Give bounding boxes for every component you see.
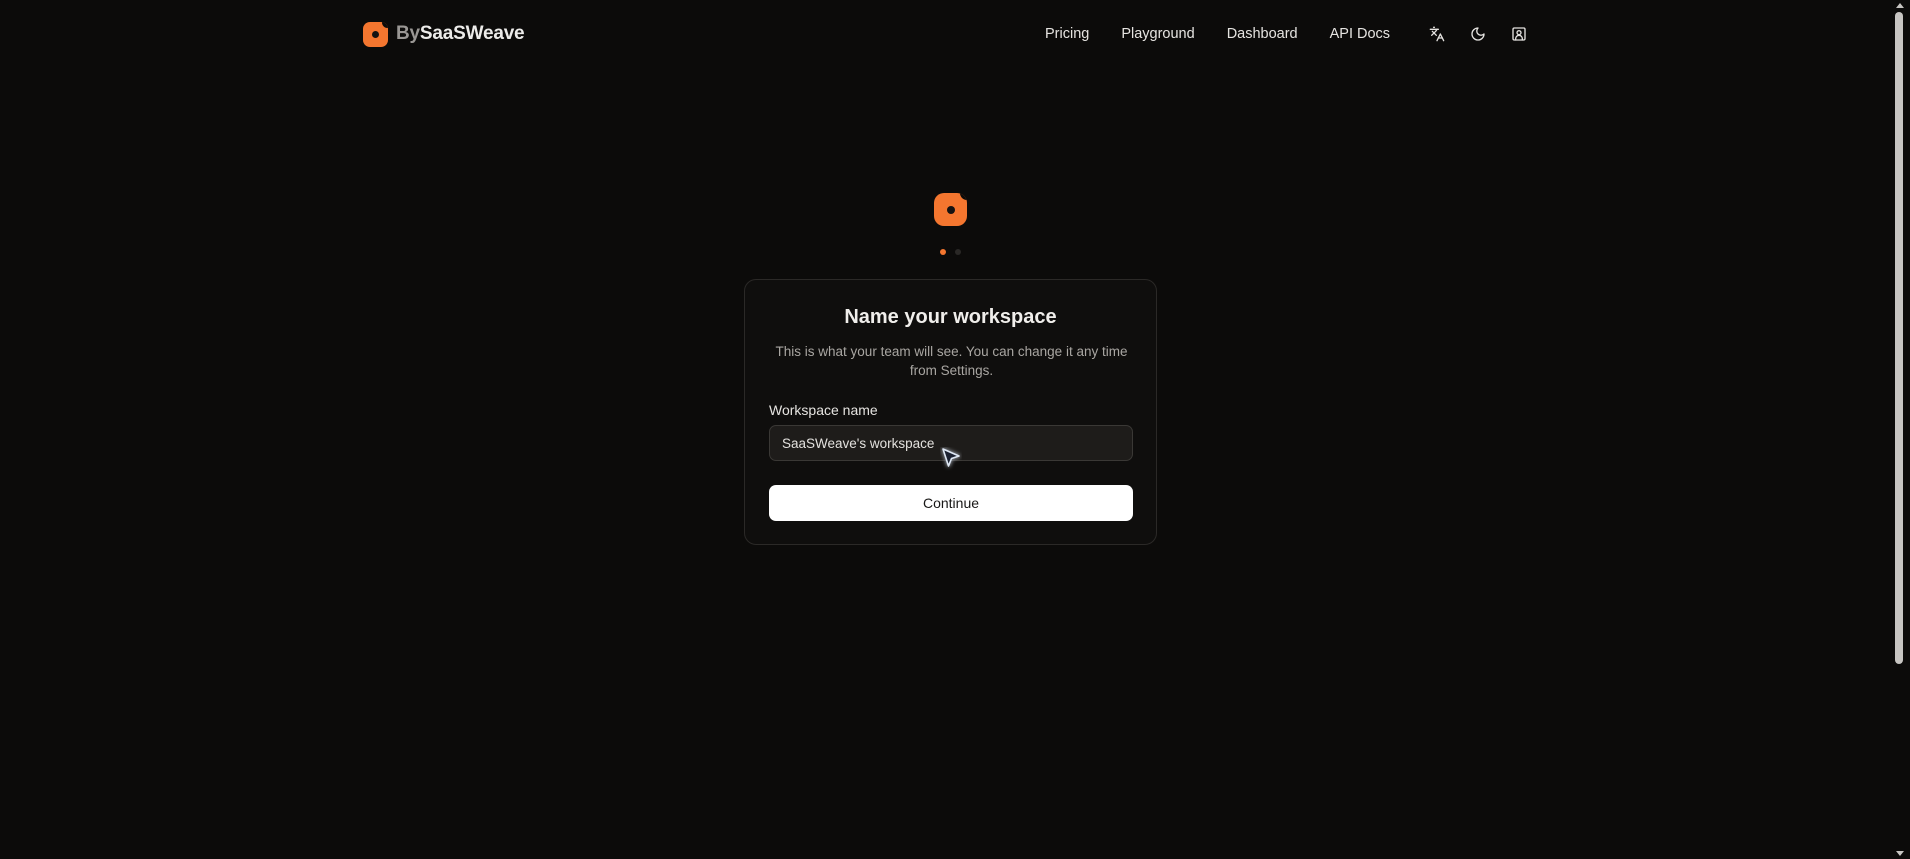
moon-icon[interactable]	[1465, 21, 1491, 47]
brand-logo-icon	[363, 21, 388, 47]
step-dot-active	[940, 249, 946, 255]
user-square-icon[interactable]	[1506, 21, 1532, 47]
nav-link-api-docs[interactable]: API Docs	[1330, 26, 1390, 42]
page: BySaaSWeave Pricing Playground Dashboard…	[0, 0, 1910, 859]
mouse-cursor-icon	[942, 448, 960, 467]
step-dot	[955, 249, 961, 255]
nav-link-pricing[interactable]: Pricing	[1045, 26, 1089, 42]
card-subtitle: This is what your team will see. You can…	[775, 344, 1128, 378]
main-nav: Pricing Playground Dashboard API Docs	[1045, 21, 1547, 47]
page-scrollbar[interactable]	[1890, 0, 1910, 859]
step-indicator	[940, 249, 961, 255]
brand-logo-link[interactable]: BySaaSWeave	[363, 21, 525, 47]
workspace-card: Name your workspace This is what your te…	[744, 279, 1157, 545]
translate-icon[interactable]	[1424, 21, 1450, 47]
card-title: Name your workspace	[844, 306, 1057, 328]
scroll-down-icon[interactable]	[1896, 851, 1904, 856]
scroll-thumb[interactable]	[1895, 12, 1903, 664]
continue-button[interactable]: Continue	[769, 485, 1133, 521]
scroll-up-icon[interactable]	[1896, 3, 1904, 8]
workspace-name-label: Workspace name	[769, 402, 878, 418]
nav-link-dashboard[interactable]: Dashboard	[1227, 26, 1298, 42]
nav-link-playground[interactable]: Playground	[1121, 26, 1194, 42]
brand-name: BySaaSWeave	[396, 23, 525, 44]
workspace-logo-icon	[934, 193, 967, 226]
top-nav: BySaaSWeave Pricing Playground Dashboard…	[0, 0, 1890, 68]
